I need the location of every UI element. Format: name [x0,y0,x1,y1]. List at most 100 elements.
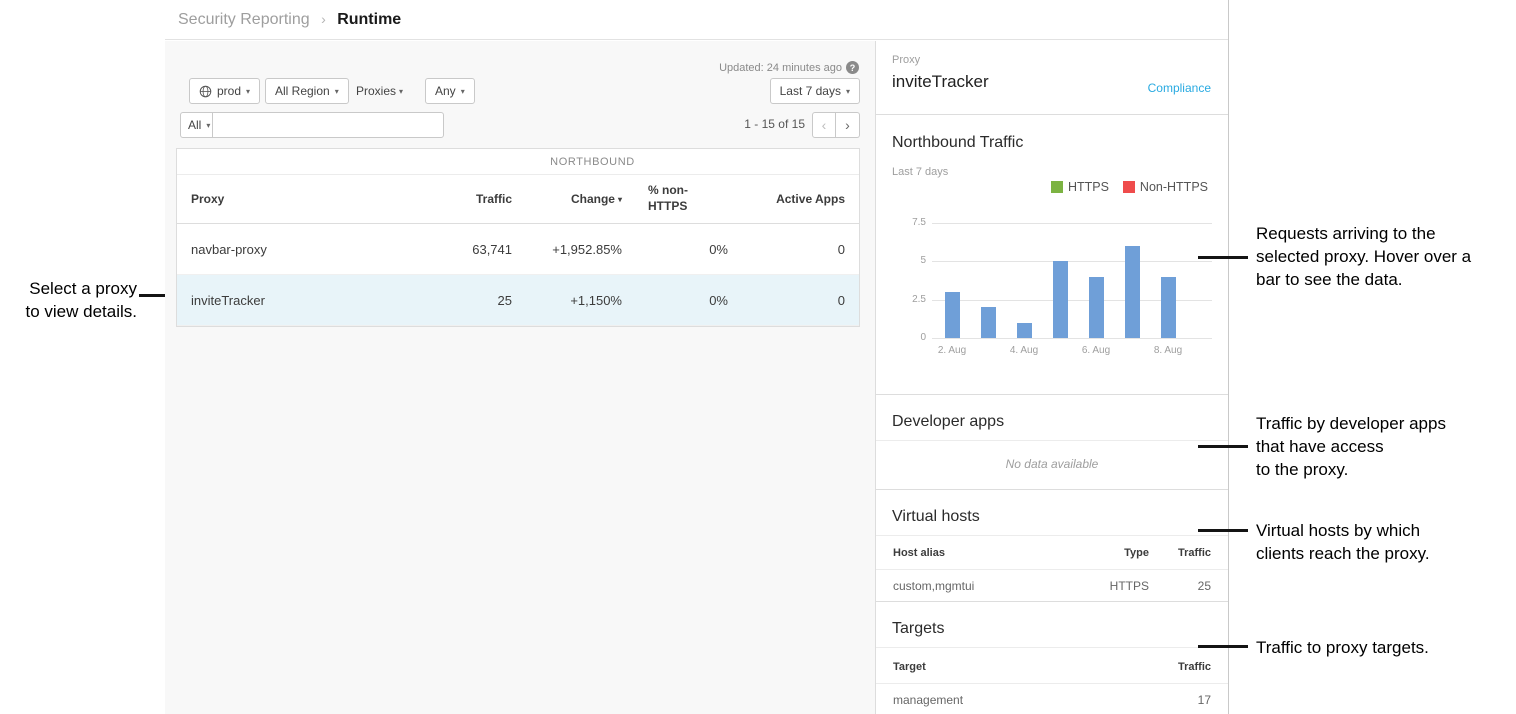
search-scope-label: All [188,118,201,132]
chart-xtick-label: 8. Aug [1143,345,1193,356]
developer-apps-section: Developer apps No data available [876,395,1228,490]
targets-header-row: Target Traffic [876,651,1228,684]
column-header-change-label: Change [571,192,615,206]
chart-bar[interactable] [1089,277,1104,338]
environment-dropdown[interactable]: prod ▾ [189,78,260,104]
help-icon[interactable]: ? [846,61,859,74]
chart-ytick-label: 7.5 [892,217,926,228]
legend-label-non-https: Non-HTTPS [1140,180,1208,194]
region-dropdown-label: All Region [275,84,330,98]
northbound-traffic-section: Northbound Traffic Last 7 days HTTPS Non… [876,116,1228,395]
annotation-developer-apps: Traffic by developer apps that have acce… [1256,412,1516,481]
page: Select a proxy to view details. Security… [0,0,1516,714]
next-page-button[interactable]: › [836,112,860,138]
chart-bar[interactable] [981,307,996,338]
chart-ytick-label: 0 [892,332,926,343]
chart-gridline [932,338,1212,339]
column-group-row: NORTHBOUND [177,149,859,175]
proxy-table-row[interactable]: inviteTracker 25 +1,150% 0% 0 [177,275,859,326]
any-filter-dropdown[interactable]: Any ▾ [425,78,475,104]
section-divider [876,535,1228,536]
target-column-target: Target [893,661,1149,673]
caret-down-icon: ▾ [846,87,850,96]
no-data-message: No data available [876,457,1228,471]
proxies-dropdown-label: Proxies [356,84,396,98]
chart-bar[interactable] [1017,323,1032,338]
caret-down-icon: ▾ [399,87,403,96]
cell-active-apps: 0 [728,293,859,308]
column-header-proxy[interactable]: Proxy [177,192,457,206]
targets-section: Targets Target Traffic management 17 [876,602,1228,714]
proxy-table-row[interactable]: navbar-proxy 63,741 +1,952.85% 0% 0 [177,224,859,275]
previous-page-button[interactable]: ‹ [812,112,836,138]
virtual-hosts-title: Virtual hosts [892,508,980,526]
proxies-table: NORTHBOUND Proxy Traffic Change ▾ % non-… [176,148,860,327]
callout-line-virtual-hosts [1198,529,1248,532]
panel-right-border [1228,0,1229,714]
table-header-row: Proxy Traffic Change ▾ % non-HTTPS Activ… [177,175,859,224]
annotation-chart: Requests arriving to the selected proxy.… [1256,222,1516,291]
cell-change: +1,952.85% [512,242,622,257]
column-header-pct-non-https-label: % non-HTTPS [648,183,702,214]
legend-swatch-https [1051,181,1063,193]
cell-proxy-name: navbar-proxy [177,242,457,257]
annotation-select-proxy: Select a proxy to view details. [0,277,137,323]
callout-line-developer-apps [1198,445,1248,448]
main-content: prod ▾ All Region ▾ Proxies ▾ Any ▾ Upda… [165,41,875,714]
breadcrumb-separator-icon: › [321,11,326,27]
cell-traffic: 25 [457,293,512,308]
page-title: Runtime [337,11,401,28]
virtual-hosts-header-row: Host alias Type Traffic [876,537,1228,570]
cell-change: +1,150% [512,293,622,308]
column-header-pct-non-https[interactable]: % non-HTTPS [622,183,728,214]
any-filter-label: Any [435,84,456,98]
search-input[interactable] [212,112,444,138]
cell-active-apps: 0 [728,242,859,257]
panel-header: Proxy inviteTracker Compliance [876,41,1228,115]
caret-down-icon: ▾ [335,87,339,96]
breadcrumb-security-reporting[interactable]: Security Reporting [178,11,310,28]
column-group-northbound: NORTHBOUND [457,156,728,168]
column-header-change[interactable]: Change ▾ [512,192,622,206]
targets-title: Targets [892,620,944,638]
column-header-active-apps[interactable]: Active Apps [728,192,859,206]
time-range-label: Last 7 days [780,84,841,98]
region-dropdown[interactable]: All Region ▾ [265,78,349,104]
callout-line-chart [1198,256,1248,259]
cell-traffic: 63,741 [457,242,512,257]
vh-column-type: Type [1064,547,1149,559]
vh-column-host-alias: Host alias [893,547,1064,559]
selected-proxy-name: inviteTracker [892,72,989,92]
cell-pct-non-https: 0% [622,242,728,257]
caret-down-icon: ▾ [246,87,250,96]
chart-legend: HTTPS Non-HTTPS [1051,180,1208,194]
chart-bar[interactable] [1125,246,1140,338]
target-row: management 17 [876,684,1228,714]
chart-bar[interactable] [945,292,960,338]
chart-xtick-label: 2. Aug [927,345,977,356]
chart-bar[interactable] [1053,261,1068,338]
chart-xtick-label: 6. Aug [1071,345,1121,356]
vh-cell-traffic: 25 [1149,579,1211,593]
callout-line-targets [1198,645,1248,648]
legend-item-https: HTTPS [1051,180,1109,194]
proxy-detail-panel: Proxy inviteTracker Compliance Northboun… [875,41,1228,714]
compliance-link[interactable]: Compliance [1148,81,1211,95]
chart-ytick-label: 5 [892,255,926,266]
virtual-hosts-section: Virtual hosts Host alias Type Traffic cu… [876,490,1228,602]
caret-down-icon: ▾ [206,121,210,130]
pagination-status: 1 - 15 of 15 [744,117,805,131]
time-range-dropdown[interactable]: Last 7 days ▾ [770,78,860,104]
column-header-traffic[interactable]: Traffic [457,192,512,206]
chart-gridline [932,223,1212,224]
northbound-traffic-title: Northbound Traffic [892,134,1023,152]
proxies-dropdown[interactable]: Proxies ▾ [356,78,403,104]
breadcrumb: Security Reporting › Runtime [165,0,1228,40]
globe-icon [199,85,212,98]
caret-down-icon: ▾ [461,87,465,96]
annotation-targets: Traffic to proxy targets. [1256,636,1516,659]
chart-bar[interactable] [1161,277,1176,338]
target-cell-name: management [893,693,1149,707]
vh-cell-type: HTTPS [1064,579,1149,593]
vh-cell-host-alias: custom,mgmtui [893,579,1064,593]
